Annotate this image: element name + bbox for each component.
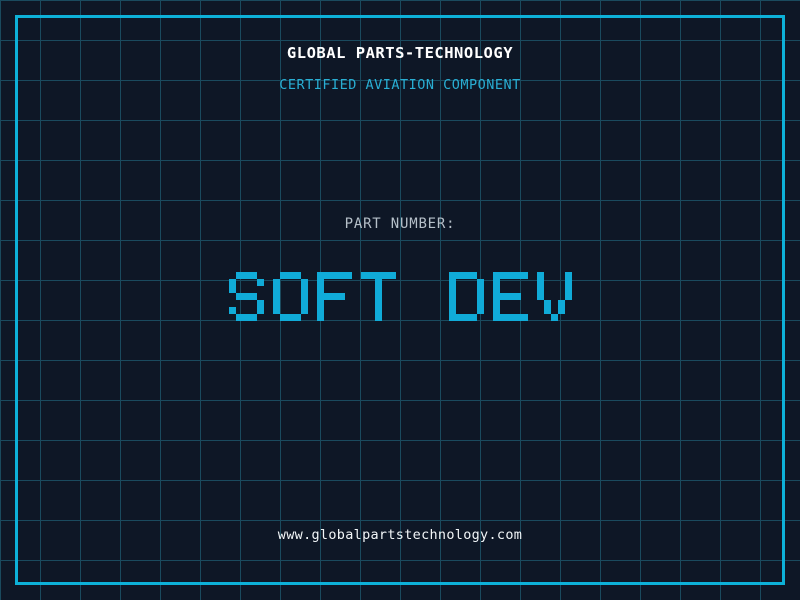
certification-tagline: CERTIFIED AVIATION COMPONENT: [279, 77, 521, 93]
pixel-glyph: [228, 272, 264, 321]
part-number-label: PART NUMBER:: [344, 216, 456, 232]
company-name: GLOBAL PARTS-TECHNOLOGY: [286, 44, 514, 62]
pixel-glyph: [492, 272, 528, 321]
certificate-page: GLOBAL PARTS-TECHNOLOGY CERTIFIED AVIATI…: [0, 0, 800, 600]
pixel-glyph: [405, 272, 440, 321]
pixel-glyph: [272, 272, 308, 321]
pixel-glyph: [536, 272, 572, 321]
pixel-glyph: [360, 272, 396, 321]
pixel-glyph: [316, 272, 352, 321]
website-url: www.globalpartstechnology.com: [277, 527, 523, 543]
pixel-glyph: [448, 272, 484, 321]
part-number-value: [0, 272, 800, 321]
